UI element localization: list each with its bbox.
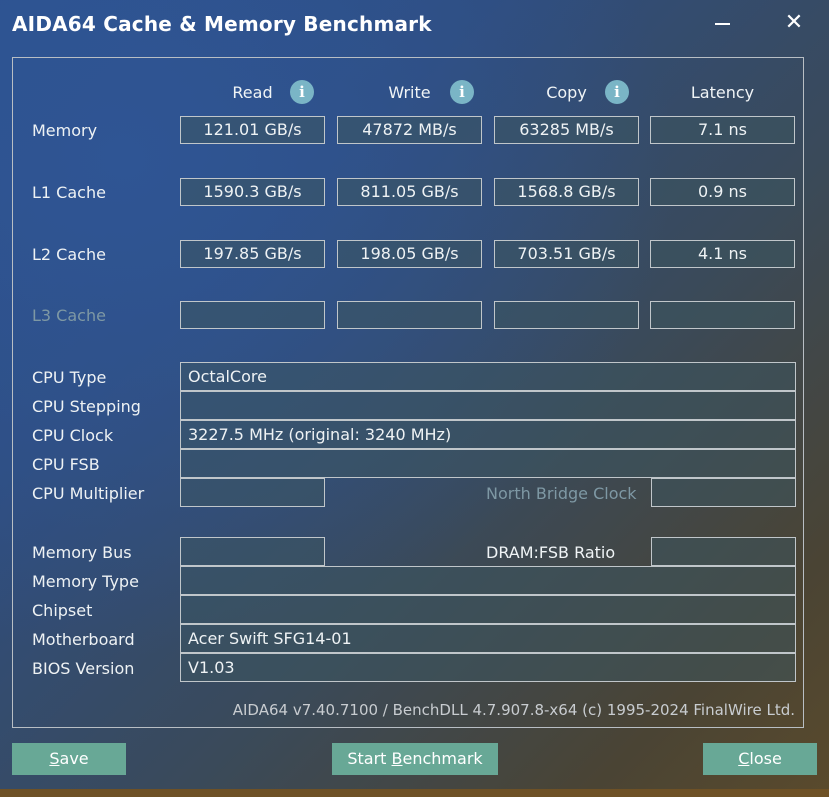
l2-read: 197.85 GB/s bbox=[180, 240, 325, 268]
column-latency: Latency bbox=[690, 83, 755, 102]
cpu-type-value: OctalCore bbox=[180, 362, 796, 391]
l1-copy: 1568.8 GB/s bbox=[494, 178, 639, 206]
bottom-strip bbox=[0, 789, 829, 797]
cpu-multiplier-value bbox=[180, 478, 325, 507]
close-accel: C bbox=[738, 749, 750, 768]
memory-label: Memory bbox=[32, 121, 98, 140]
close-window-button[interactable]: ✕ bbox=[779, 8, 809, 36]
memory-write: 47872 MB/s bbox=[337, 116, 482, 144]
memory-copy: 63285 MB/s bbox=[494, 116, 639, 144]
l1-latency: 0.9 ns bbox=[650, 178, 795, 206]
copy-info-icon[interactable]: i bbox=[605, 80, 629, 104]
memory-type-label: Memory Type bbox=[32, 572, 139, 591]
l3-latency bbox=[650, 301, 795, 329]
start-pre: Start bbox=[347, 749, 392, 768]
cpu-stepping-value bbox=[180, 391, 796, 420]
dram-fsb-ratio-label: DRAM:FSB Ratio bbox=[486, 543, 616, 562]
memory-bus-value bbox=[180, 537, 325, 566]
chipset-value bbox=[180, 595, 796, 624]
north-bridge-clock-label: North Bridge Clock bbox=[486, 484, 637, 503]
cpu-fsb-label: CPU FSB bbox=[32, 455, 100, 474]
chipset-label: Chipset bbox=[32, 601, 93, 620]
motherboard-label: Motherboard bbox=[32, 630, 135, 649]
motherboard-value: Acer Swift SFG14-01 bbox=[180, 624, 796, 653]
write-info-icon[interactable]: i bbox=[450, 80, 474, 104]
cpu-stepping-label: CPU Stepping bbox=[32, 397, 141, 416]
l2-latency: 4.1 ns bbox=[650, 240, 795, 268]
cpu-fsb-value bbox=[180, 449, 796, 478]
l3-read bbox=[180, 301, 325, 329]
start-benchmark-button[interactable]: Start Benchmark bbox=[332, 743, 498, 775]
cpu-type-label: CPU Type bbox=[32, 368, 107, 387]
minimize-button[interactable] bbox=[707, 8, 737, 36]
read-info-icon[interactable]: i bbox=[290, 80, 314, 104]
l2-copy: 703.51 GB/s bbox=[494, 240, 639, 268]
close-button[interactable]: Close bbox=[703, 743, 817, 775]
cpu-clock-label: CPU Clock bbox=[32, 426, 114, 445]
minimize-icon bbox=[714, 23, 730, 25]
cpu-multiplier-label: CPU Multiplier bbox=[32, 484, 145, 503]
close-rest: lose bbox=[749, 749, 782, 768]
l1-read: 1590.3 GB/s bbox=[180, 178, 325, 206]
dram-fsb-ratio-value bbox=[651, 537, 796, 566]
l3-write bbox=[337, 301, 482, 329]
window-title: AIDA64 Cache & Memory Benchmark bbox=[12, 12, 432, 36]
l3-label: L3 Cache bbox=[32, 306, 106, 325]
close-icon: ✕ bbox=[784, 9, 804, 35]
memory-bus-label: Memory Bus bbox=[32, 543, 132, 562]
memory-type-value bbox=[180, 566, 796, 595]
l3-copy bbox=[494, 301, 639, 329]
memory-latency: 7.1 ns bbox=[650, 116, 795, 144]
l2-label: L2 Cache bbox=[32, 245, 106, 264]
north-bridge-clock-value bbox=[651, 478, 796, 507]
l1-write: 811.05 GB/s bbox=[337, 178, 482, 206]
bios-version-label: BIOS Version bbox=[32, 659, 135, 678]
l2-write: 198.05 GB/s bbox=[337, 240, 482, 268]
save-button[interactable]: Save bbox=[12, 743, 126, 775]
l1-label: L1 Cache bbox=[32, 183, 106, 202]
start-rest: enchmark bbox=[402, 749, 483, 768]
bios-version-value: V1.03 bbox=[180, 653, 796, 682]
cpu-clock-value: 3227.5 MHz (original: 3240 MHz) bbox=[180, 420, 796, 449]
version-footer: AIDA64 v7.40.7100 / BenchDLL 4.7.907.8-x… bbox=[232, 701, 795, 719]
start-accel: B bbox=[391, 749, 403, 768]
save-rest: ave bbox=[59, 749, 89, 768]
memory-read: 121.01 GB/s bbox=[180, 116, 325, 144]
save-accel: S bbox=[49, 749, 60, 768]
